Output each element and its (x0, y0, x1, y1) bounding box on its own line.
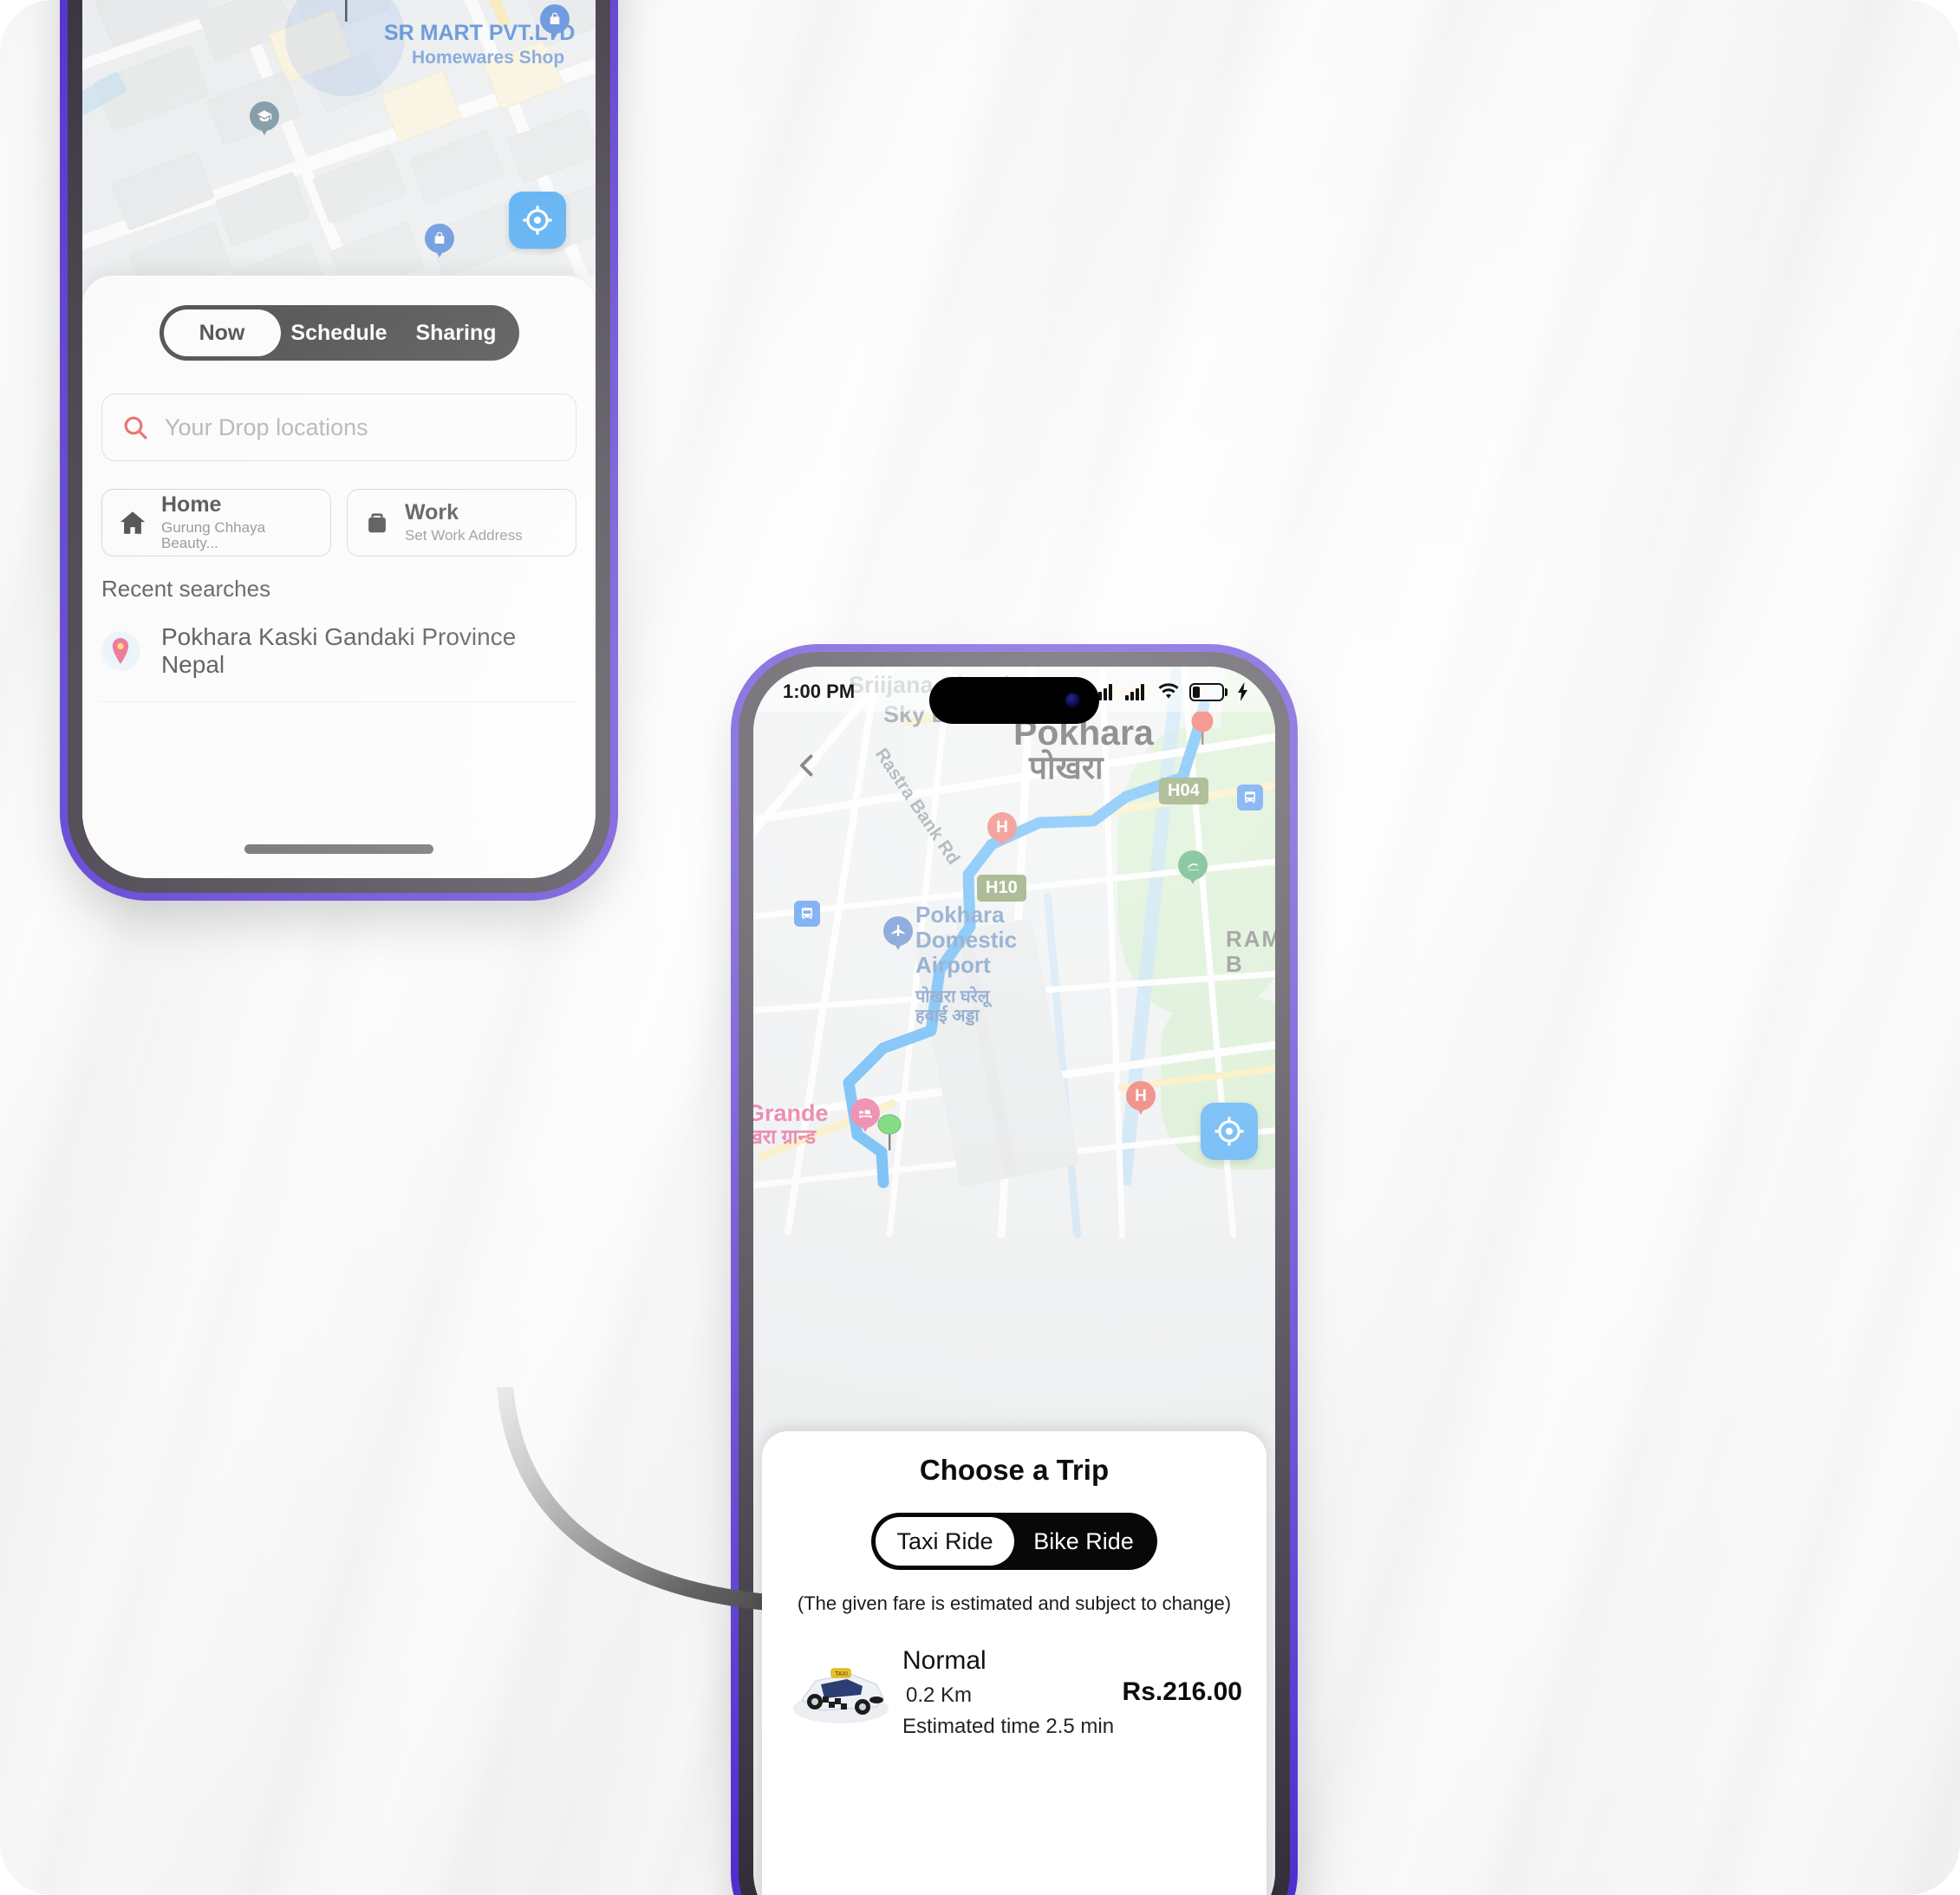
wifi-icon (1158, 683, 1178, 699)
ride-option-info: Normal 0.2 Km Estimated time 2.5 min (902, 1644, 1117, 1740)
bus-stop-right[interactable] (1237, 785, 1263, 811)
ride-option-price: Rs.216.00 (1122, 1677, 1242, 1706)
saved-place-work-subtitle: Set Work Address (405, 526, 523, 544)
recent-searches-heading: Recent searches (101, 576, 271, 602)
home-indicator (244, 844, 433, 854)
ride-mode-segmented-control[interactable]: Now Schedule Sharing (159, 305, 519, 361)
right-map-gps-button[interactable] (1201, 1103, 1258, 1160)
saved-place-work-title: Work (405, 500, 459, 525)
hospital-pin-south[interactable]: H (1126, 1081, 1156, 1119)
tab-sharing[interactable]: Sharing (398, 309, 515, 356)
ride-option-distance: 0.2 Km (906, 1683, 973, 1707)
store-poi-pin-2[interactable] (425, 224, 454, 262)
tab-bike-ride[interactable]: Bike Ride (1014, 1517, 1153, 1566)
saved-places-row: Home Gurung Chhaya Beauty... Work Set Wo… (101, 489, 576, 557)
briefcase-icon (363, 509, 391, 537)
map-label-grande-np: खरा ग्रान्ड (753, 1125, 817, 1148)
right-phone-mockup: Sriijana Chowk Sky Brid Pokhara पोखरा Ra… (739, 652, 1290, 1895)
taxi-car-icon: TAXI (786, 1655, 897, 1729)
back-button[interactable] (791, 750, 823, 785)
map-label-airport-np: पोखरा घरेलू हवाई अड्डा (915, 987, 990, 1026)
bus-stop-left[interactable] (794, 901, 820, 927)
ride-type-segmented-control[interactable]: Taxi Ride Bike Ride (871, 1513, 1157, 1570)
saved-place-home[interactable]: Home Gurung Chhaya Beauty... (101, 489, 331, 557)
lightning-bolt-icon (1238, 682, 1247, 701)
saved-place-work[interactable]: Work Set Work Address (347, 489, 576, 557)
crosshair-icon (1214, 1117, 1244, 1146)
ride-option-row[interactable]: TAXI Normal 0.2 Km Estimated time 2.5 mi… (786, 1644, 1242, 1740)
hospital-pin-north[interactable]: H (987, 812, 1017, 850)
map-label-grande-en: Grande (753, 1100, 829, 1126)
map-label-airport-en: Pokhara Domestic Airport (915, 902, 1018, 979)
origin-pushpin-icon[interactable] (877, 1110, 902, 1156)
store-poi-pin-1[interactable] (540, 4, 570, 42)
school-poi-pin[interactable] (250, 101, 279, 140)
battery-icon (1188, 682, 1227, 701)
status-time: 1:00 PM (783, 681, 856, 702)
home-icon (118, 508, 147, 537)
map-label-sr-mart-sub: Homewares Shop (412, 48, 565, 68)
park-pin[interactable] (1178, 850, 1208, 889)
chevron-left-icon (800, 754, 813, 777)
map-label-ram-bazaar: RAM B (1226, 926, 1275, 978)
right-bottom-sheet: Choose a Trip Taxi Ride Bike Ride (The g… (762, 1431, 1267, 1895)
left-bottom-sheet: Now Schedule Sharing Your Drop locations… (82, 276, 596, 878)
left-map-gps-button[interactable] (509, 192, 566, 249)
crosshair-icon (523, 205, 552, 235)
svg-text:TAXI: TAXI (835, 1671, 848, 1677)
saved-place-home-title: Home (161, 492, 222, 518)
drop-location-search-box[interactable] (101, 394, 576, 461)
airport-pin[interactable] (883, 916, 913, 954)
fare-disclaimer: (The given fare is estimated and subject… (797, 1592, 1232, 1614)
tab-schedule[interactable]: Schedule (281, 309, 398, 356)
tab-now[interactable]: Now (163, 309, 281, 356)
map-pin-icon (101, 631, 140, 671)
hotel-pin[interactable] (850, 1098, 880, 1136)
poster-canvas: (5XVG+678, Pokhara) Flight Centre urs & … (0, 0, 1960, 1895)
search-icon (121, 414, 149, 441)
ride-option-name: Normal (902, 1646, 987, 1675)
dynamic-island (929, 677, 1099, 724)
highway-shield-h10: H10 (977, 875, 1026, 902)
signal-bars-icon (1124, 684, 1144, 700)
destination-pin[interactable] (1190, 710, 1214, 751)
saved-place-home-subtitle: Gurung Chhaya Beauty... (161, 518, 266, 552)
recent-search-item[interactable]: Pokhara Kaski Gandaki Province Nepal (100, 602, 578, 702)
choose-a-trip-title: Choose a Trip (919, 1454, 1110, 1486)
right-phone-screen: Sriijana Chowk Sky Brid Pokhara पोखरा Ra… (753, 667, 1275, 1895)
highway-shield-h04: H04 (1159, 778, 1208, 804)
map-label-pokhara-np: पोखरा (1029, 750, 1104, 785)
tab-taxi-ride[interactable]: Taxi Ride (876, 1517, 1014, 1566)
search-input[interactable] (165, 414, 557, 441)
ride-option-eta: Estimated time 2.5 min (902, 1714, 1115, 1738)
recent-search-text: Pokhara Kaski Gandaki Province Nepal (160, 623, 517, 678)
left-phone-mockup: (5XVG+678, Pokhara) Flight Centre urs & … (68, 0, 610, 893)
left-phone-screen: (5XVG+678, Pokhara) Flight Centre urs & … (82, 0, 596, 878)
origin-pushpin-icon (333, 0, 359, 28)
